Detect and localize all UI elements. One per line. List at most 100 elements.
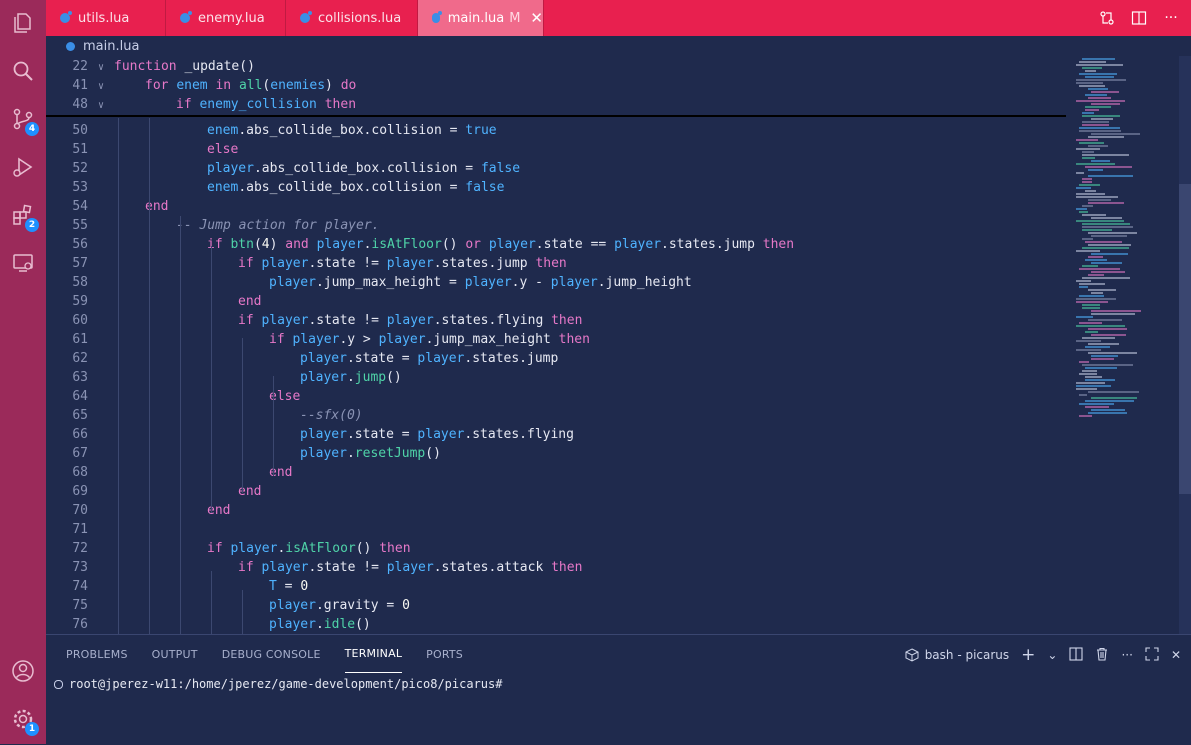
code-line[interactable]: 74 T = 0: [46, 577, 1066, 596]
minimap-line: [1082, 307, 1100, 309]
code-token: .y >: [339, 332, 379, 347]
code-text: if player.state != player.states.flying …: [114, 313, 582, 328]
manage-settings-button[interactable]: 1: [0, 696, 46, 742]
lua-file-icon: [432, 11, 442, 23]
code-line[interactable]: 59 end: [46, 292, 1066, 311]
tab-main-lua[interactable]: main.lua M ✕: [418, 0, 544, 36]
close-icon[interactable]: ✕: [530, 9, 543, 27]
code-line[interactable]: 68 end: [46, 463, 1066, 482]
code-token: player: [300, 351, 347, 366]
search-button[interactable]: [0, 48, 46, 94]
kill-terminal-button[interactable]: [1095, 647, 1109, 664]
code-text: -- Jump action for player.: [114, 218, 380, 233]
code-line[interactable]: 55 -- Jump action for player.: [46, 216, 1066, 235]
code-token: isAtFloor: [371, 237, 442, 252]
code-line[interactable]: 51 else: [46, 140, 1066, 159]
code-line[interactable]: 53 enem.abs_collide_box.collision = false: [46, 178, 1066, 197]
code-line[interactable]: 57 if player.state != player.states.jump …: [46, 254, 1066, 273]
terminal-dropdown[interactable]: ⌄: [1047, 648, 1057, 662]
new-terminal-button[interactable]: +: [1021, 645, 1035, 665]
minimap[interactable]: [1066, 56, 1176, 634]
code-text: if enemy_collision then: [114, 97, 356, 112]
tab-collisions-lua[interactable]: collisions.lua: [286, 0, 418, 36]
code-token: player: [269, 275, 316, 290]
code-token: .: [346, 446, 355, 461]
fold-chevron-icon[interactable]: ∨: [88, 58, 114, 77]
minimap-line: [1079, 295, 1104, 297]
split-terminal-button[interactable]: [1069, 646, 1084, 664]
panel-tab-terminal[interactable]: TERMINAL: [344, 635, 403, 673]
code-token: .gravity =: [315, 598, 403, 613]
sticky-scroll-header[interactable]: 22 ∨ function _update() 41 ∨ for enem in all(…: [46, 56, 1066, 117]
source-control-button[interactable]: 4: [0, 96, 46, 142]
extensions-button[interactable]: 2: [0, 192, 46, 238]
code-line[interactable]: 64 else: [46, 387, 1066, 406]
code-token: player: [488, 237, 536, 252]
code-line[interactable]: 73 if player.state != player.states.attac…: [46, 558, 1066, 577]
minimap-line: [1076, 82, 1103, 84]
modified-indicator: M: [509, 10, 521, 26]
code-line[interactable]: 67 player.resetJump(): [46, 444, 1066, 463]
code-line[interactable]: 75 player.gravity = 0: [46, 596, 1066, 615]
sticky-line[interactable]: 48 ∨ if enemy_collision then: [46, 95, 1066, 114]
vertical-scrollbar[interactable]: [1179, 56, 1191, 634]
remote-explorer-button[interactable]: [0, 240, 46, 286]
compare-changes-button[interactable]: [1097, 8, 1117, 28]
run-debug-button[interactable]: [0, 144, 46, 190]
more-actions-button[interactable]: ···: [1161, 8, 1181, 28]
scrollbar-thumb[interactable]: [1179, 184, 1191, 494]
code-line[interactable]: 72 if player.isAtFloor() then: [46, 539, 1066, 558]
panel-tab-ports[interactable]: PORTS: [426, 635, 463, 673]
code-editor[interactable]: 22 ∨ function _update() 41 ∨ for enem in all(…: [46, 56, 1191, 634]
code-token: .state ==: [535, 237, 615, 252]
terminal-selector[interactable]: bash - picarus: [905, 648, 1009, 662]
account-button[interactable]: [0, 648, 46, 694]
panel-tab-debug-console[interactable]: DEBUG CONSOLE: [222, 635, 321, 673]
close-panel-button[interactable]: ✕: [1171, 648, 1181, 662]
terminal-output[interactable]: root@jperez-w11:/home/jperez/game-develo…: [54, 677, 502, 691]
code-line[interactable]: 69 end: [46, 482, 1066, 501]
code-line[interactable]: 56 if btn(4) and player.isAtFloor() or pl…: [46, 235, 1066, 254]
code-token: for: [145, 78, 169, 93]
code-token: player: [417, 427, 465, 442]
code-line[interactable]: 61 if player.y > player.jump_max_height t…: [46, 330, 1066, 349]
tab-label: collisions.lua: [318, 10, 402, 26]
explorer-button[interactable]: [0, 0, 46, 46]
split-editor-button[interactable]: [1129, 8, 1149, 28]
code-line[interactable]: 50 enem.abs_collide_box.collision = true: [46, 121, 1066, 140]
panel-tab-output[interactable]: OUTPUT: [152, 635, 198, 673]
code-line[interactable]: 60 if player.state != player.states.flyin…: [46, 311, 1066, 330]
panel-more-button[interactable]: ···: [1121, 648, 1132, 662]
code-line[interactable]: 66 player.state = player.states.flying: [46, 425, 1066, 444]
compare-icon: [1100, 11, 1114, 25]
code-line[interactable]: 76 player.idle(): [46, 615, 1066, 634]
sticky-line[interactable]: 22 ∨ function _update(): [46, 57, 1066, 76]
code-line[interactable]: 54 end: [46, 197, 1066, 216]
code-line[interactable]: 70 end: [46, 501, 1066, 520]
tab-utils-lua[interactable]: utils.lua: [46, 0, 166, 36]
panel-tab-problems[interactable]: PROBLEMS: [66, 635, 128, 673]
code-line[interactable]: 63 player.jump(): [46, 368, 1066, 387]
maximize-panel-button[interactable]: [1145, 646, 1159, 664]
code-token: btn: [230, 237, 254, 252]
minimap-line: [1076, 382, 1105, 384]
fold-chevron-icon[interactable]: ∨: [88, 96, 114, 115]
code-line[interactable]: 58 player.jump_max_height = player.y - pl…: [46, 273, 1066, 292]
code-token: .state !=: [308, 256, 387, 271]
breadcrumb-file[interactable]: main.lua: [83, 39, 139, 54]
code-token: -- Jump action for player.: [176, 218, 380, 233]
activity-bar: 4 2 1: [0, 0, 46, 744]
code-line[interactable]: 62 player.state = player.states.jump: [46, 349, 1066, 368]
code-line[interactable]: 65 --sfx(0): [46, 406, 1066, 425]
code-token: if: [207, 541, 223, 556]
tab-enemy-lua[interactable]: enemy.lua: [166, 0, 286, 36]
code-line[interactable]: 52 player.abs_collide_box.collision = fal…: [46, 159, 1066, 178]
code-token: player: [300, 370, 347, 385]
sticky-line[interactable]: 41 ∨ for enem in all(enemies) do: [46, 76, 1066, 95]
fold-chevron-icon[interactable]: ∨: [88, 77, 114, 96]
minimap-line: [1091, 103, 1120, 105]
code-line[interactable]: 71: [46, 520, 1066, 539]
code-token: resetJump: [354, 446, 426, 461]
